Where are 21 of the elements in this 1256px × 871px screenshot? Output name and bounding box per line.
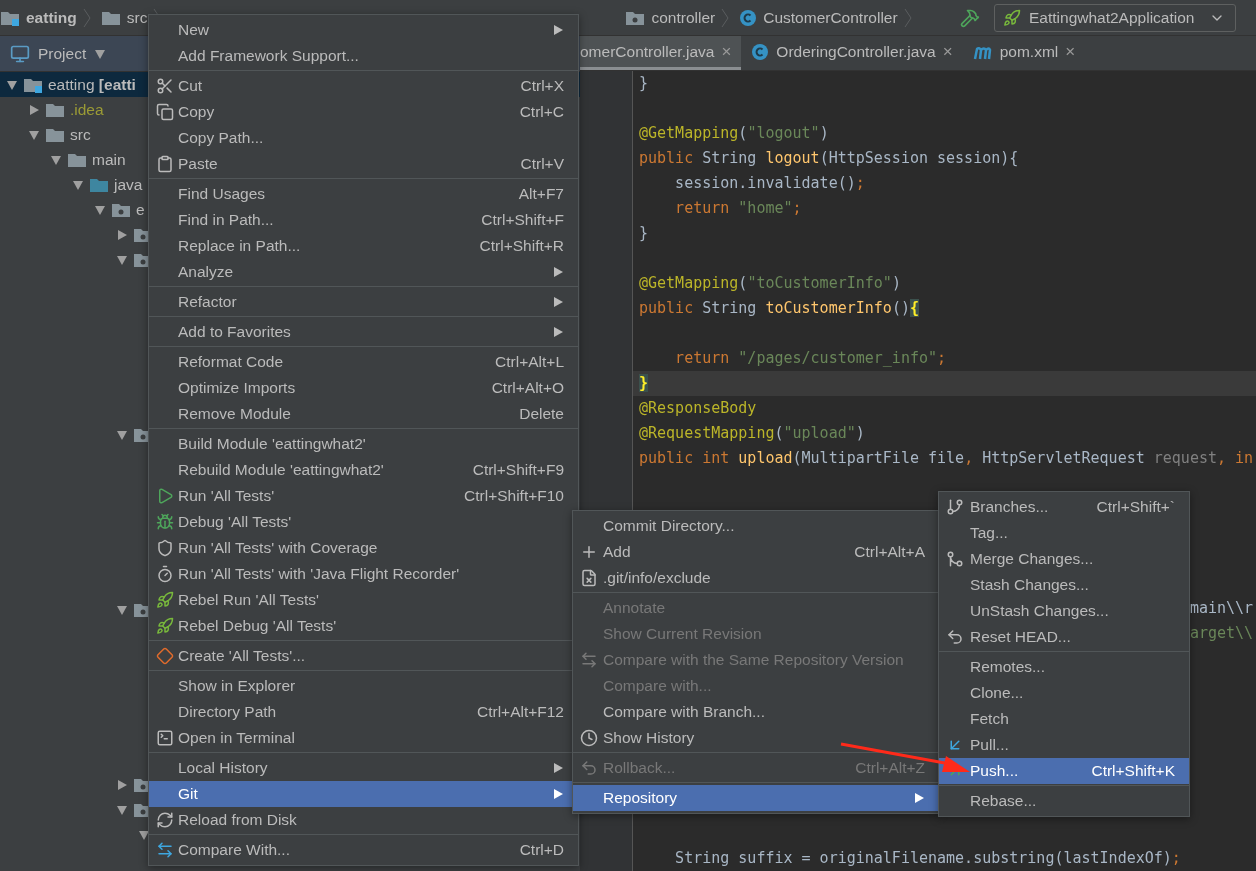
code-line: public String toCustomerInfo(){ (639, 299, 919, 317)
tree-label: eatting [eatti (48, 75, 136, 94)
code-line: @GetMapping("logout") (639, 124, 829, 142)
code-line: } (639, 74, 649, 92)
code-line: public String logout(HttpSession session){ (639, 149, 1019, 167)
code-line: @RequestMapping("upload") (639, 424, 865, 442)
tree-label: java (114, 175, 143, 194)
code-line: @GetMapping("toCustomerInfo") (639, 274, 901, 292)
code-line: return "/pages/customer_info"; (674, 349, 947, 367)
code-line: @ResponseBody (639, 399, 757, 417)
tree-label: e (136, 200, 145, 219)
code-line: } (639, 224, 649, 242)
tree-label: src (70, 125, 91, 144)
code-line: arget\\ (1189, 624, 1254, 642)
code-line: String suffix = originalFilename.substring(lastIndexOf); (674, 849, 1181, 867)
tree-label: main (92, 150, 126, 169)
tree-label: .idea (70, 100, 104, 119)
code-line: return "home"; (674, 199, 802, 217)
code-line: session.invalidate(); (674, 174, 865, 192)
code-line: main\\r (1189, 599, 1254, 617)
code-line: public int upload(MultipartFile file, HttpServletRequest request, in (639, 449, 1254, 467)
